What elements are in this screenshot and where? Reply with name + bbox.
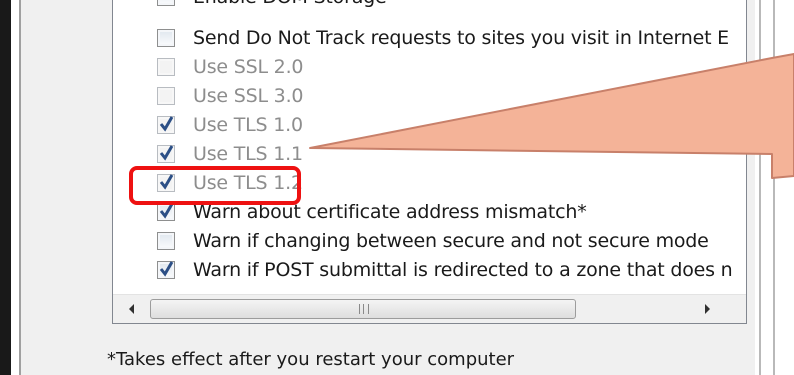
checkmark-icon	[159, 145, 174, 161]
setting-use-ssl-2[interactable]: Use SSL 2.0	[113, 54, 718, 82]
checkbox-icon[interactable]	[157, 145, 175, 163]
checkbox-icon[interactable]	[157, 58, 175, 76]
setting-label: Use TLS 1.0	[193, 114, 303, 136]
grip-icon	[359, 304, 369, 314]
setting-label: Use SSL 2.0	[193, 56, 304, 78]
setting-label: Warn if changing between secure and not …	[193, 230, 709, 252]
horizontal-scroll-thumb[interactable]	[150, 299, 576, 319]
setting-label: Warn if POST submittal is redirected to …	[193, 259, 733, 281]
setting-enable-dom-storage[interactable]: Enable DOM Storage	[113, 0, 718, 12]
setting-label: Enable DOM Storage	[193, 0, 387, 9]
checkbox-icon[interactable]	[157, 203, 175, 221]
setting-use-ssl-3[interactable]: Use SSL 3.0	[113, 83, 718, 111]
setting-warn-post-redirect[interactable]: Warn if POST submittal is redirected to …	[113, 257, 733, 285]
setting-label: Use SSL 3.0	[193, 85, 304, 107]
setting-send-do-not-track[interactable]: Send Do Not Track requests to sites you …	[113, 25, 729, 53]
setting-warn-secure-mode-change[interactable]: Warn if changing between secure and not …	[113, 228, 718, 256]
checkbox-icon[interactable]	[157, 87, 175, 105]
checkbox-icon[interactable]	[157, 261, 175, 279]
window-edge-dark	[0, 0, 11, 375]
checkmark-icon	[159, 116, 174, 132]
checkmark-icon	[159, 261, 174, 277]
horizontal-scrollbar[interactable]	[113, 294, 746, 323]
advanced-settings-list[interactable]: Enable DOM Storage Send Do Not Track req…	[112, 0, 747, 324]
checkbox-icon[interactable]	[157, 232, 175, 250]
arrow-left-icon[interactable]	[129, 304, 134, 314]
setting-use-tls-1-1[interactable]: Use TLS 1.1	[113, 141, 718, 169]
restart-footnote: *Takes effect after you restart your com…	[107, 349, 515, 370]
setting-label: Send Do Not Track requests to sites you …	[193, 27, 729, 49]
setting-label: Use TLS 1.1	[193, 143, 303, 165]
checkbox-icon[interactable]	[157, 116, 175, 134]
window-edge-gap	[11, 0, 19, 375]
checkbox-icon[interactable]	[157, 0, 175, 6]
window-border-right	[773, 0, 775, 375]
checkbox-icon[interactable]	[157, 29, 175, 47]
setting-use-tls-1-0[interactable]: Use TLS 1.0	[113, 112, 718, 140]
arrow-right-icon[interactable]	[705, 304, 710, 314]
tls-1-2-highlight	[129, 166, 301, 205]
dialog-border-right	[759, 0, 761, 375]
